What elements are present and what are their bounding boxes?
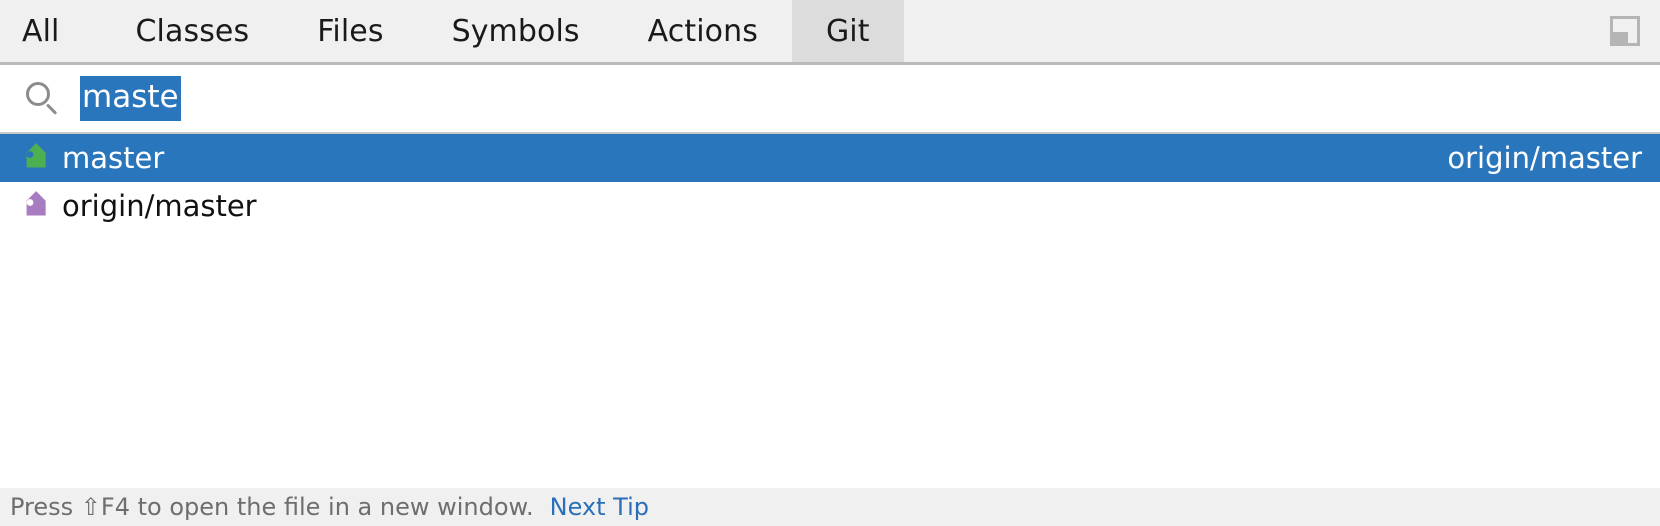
next-tip-link[interactable]: Next Tip xyxy=(550,493,649,521)
tab-git[interactable]: Git xyxy=(791,0,904,62)
tab-files-label: Files xyxy=(317,13,384,49)
tab-bar-spacer xyxy=(904,0,1590,62)
result-row-origin-master[interactable]: origin/master xyxy=(0,182,1660,230)
status-tip-text: Press ⇧F4 to open the file in a new wind… xyxy=(10,493,534,521)
preview-panel-icon xyxy=(1610,16,1640,46)
result-label: master xyxy=(62,141,165,175)
status-bar: Press ⇧F4 to open the file in a new wind… xyxy=(0,488,1660,526)
green-tag-icon xyxy=(18,142,50,174)
result-row-master[interactable]: master origin/master xyxy=(0,134,1660,182)
search-input[interactable]: maste xyxy=(80,76,181,121)
result-meta: origin/master xyxy=(1447,141,1642,175)
tab-symbols[interactable]: Symbols xyxy=(418,0,614,62)
tab-classes-label: Classes xyxy=(135,13,250,49)
results-list[interactable]: master origin/master origin/master xyxy=(0,134,1660,488)
tab-actions[interactable]: Actions xyxy=(614,0,792,62)
search-icon xyxy=(26,81,60,116)
search-everywhere-popup: All Classes Files Symbols Actions Git ma… xyxy=(0,0,1660,526)
tab-files[interactable]: Files xyxy=(283,0,417,62)
tab-symbols-label: Symbols xyxy=(451,13,580,49)
preview-panel-toggle-button[interactable] xyxy=(1590,0,1660,62)
tab-all[interactable]: All xyxy=(0,0,102,62)
tab-classes[interactable]: Classes xyxy=(102,0,284,62)
tab-all-label: All xyxy=(22,13,60,49)
result-label: origin/master xyxy=(62,189,257,223)
tab-git-label: Git xyxy=(825,13,870,49)
tab-actions-label: Actions xyxy=(647,13,758,49)
purple-tag-icon xyxy=(18,190,50,222)
search-row[interactable]: maste xyxy=(0,65,1660,134)
tab-bar: All Classes Files Symbols Actions Git xyxy=(0,0,1660,65)
